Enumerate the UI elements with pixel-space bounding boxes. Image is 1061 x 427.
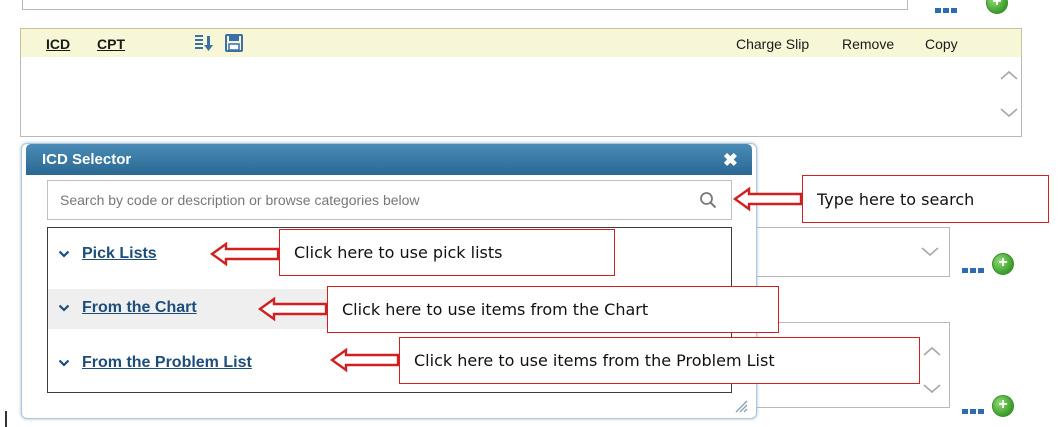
from-the-problem-list-link[interactable]: From the Problem List bbox=[82, 354, 252, 372]
add-icon[interactable]: + bbox=[992, 395, 1014, 417]
icd-tab[interactable]: ICD bbox=[46, 36, 70, 52]
divider bbox=[5, 411, 7, 427]
search-icon[interactable] bbox=[699, 191, 717, 209]
from-the-chart-link[interactable]: From the Chart bbox=[82, 299, 197, 317]
callout-arrow bbox=[733, 186, 803, 212]
scroll-up-icon[interactable] bbox=[998, 69, 1020, 81]
remove-link[interactable]: Remove bbox=[842, 36, 894, 52]
close-icon[interactable]: ✖ bbox=[723, 151, 738, 169]
chevron-down-icon bbox=[58, 304, 70, 312]
more-options-icon[interactable] bbox=[935, 8, 957, 13]
add-icon[interactable]: + bbox=[992, 253, 1014, 275]
dialog-title: ICD Selector bbox=[42, 151, 132, 168]
more-options-icon[interactable] bbox=[962, 268, 984, 273]
diagnosis-list[interactable] bbox=[20, 57, 1022, 137]
callout-search: Type here to search bbox=[802, 175, 1049, 223]
chevron-down-icon bbox=[58, 359, 70, 367]
callout-arrow bbox=[330, 347, 400, 373]
callout-chart: Click here to use items from the Chart bbox=[327, 286, 779, 333]
add-icon[interactable]: + bbox=[986, 0, 1008, 14]
cpt-tab[interactable]: CPT bbox=[97, 36, 125, 52]
callout-arrow bbox=[258, 296, 328, 322]
callout-pick-lists: Click here to use pick lists bbox=[279, 229, 615, 276]
callout-arrow bbox=[210, 241, 280, 267]
scroll-down-icon[interactable] bbox=[998, 107, 1020, 119]
search-box[interactable] bbox=[47, 180, 732, 220]
callout-problem-list: Click here to use items from the Problem… bbox=[399, 337, 920, 384]
more-options-icon[interactable] bbox=[962, 409, 984, 414]
icd-selector-header[interactable]: ICD Selector ✖ bbox=[26, 144, 752, 175]
notes-textarea-top[interactable] bbox=[22, 0, 908, 10]
diagnosis-toolbar: ICD CPT Charge Slip Remove Copy bbox=[20, 28, 1022, 58]
resize-grip-icon[interactable] bbox=[732, 397, 748, 413]
pick-lists-link[interactable]: Pick Lists bbox=[82, 245, 157, 263]
dropdown-chevron-icon[interactable] bbox=[919, 246, 941, 258]
charge-slip-link[interactable]: Charge Slip bbox=[736, 36, 809, 52]
save-icon[interactable] bbox=[224, 33, 244, 58]
scroll-up-icon[interactable] bbox=[921, 345, 943, 357]
export-list-icon[interactable] bbox=[193, 33, 213, 58]
chevron-down-icon bbox=[58, 250, 70, 258]
scroll-down-icon[interactable] bbox=[921, 383, 943, 395]
copy-link[interactable]: Copy bbox=[925, 36, 958, 52]
search-input[interactable] bbox=[48, 181, 712, 219]
